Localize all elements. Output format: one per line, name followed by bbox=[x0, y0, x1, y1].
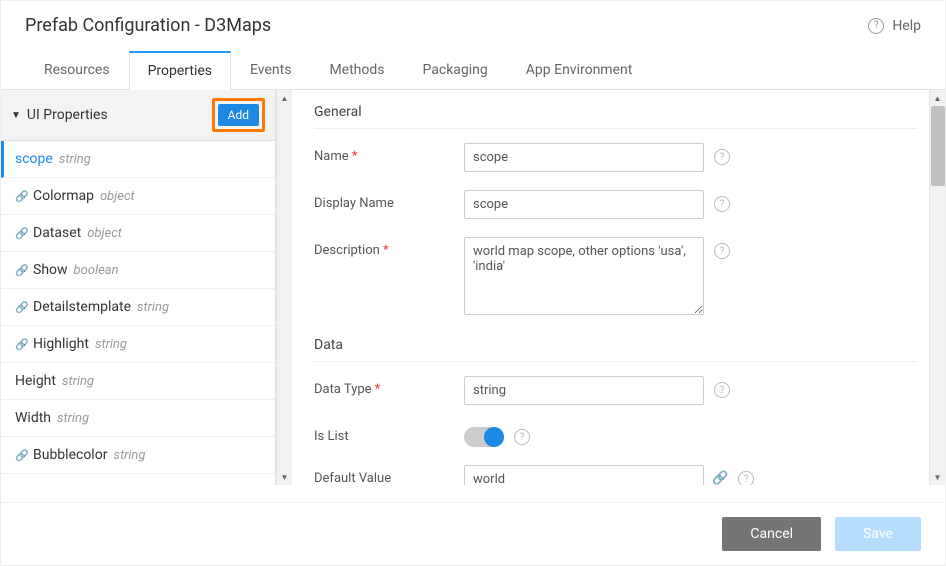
tab-methods[interactable]: Methods bbox=[310, 51, 403, 90]
property-type: object bbox=[100, 189, 135, 204]
description-label: Description bbox=[314, 243, 380, 258]
help-icon[interactable]: ? bbox=[714, 243, 730, 259]
help-icon[interactable]: ? bbox=[738, 471, 754, 485]
field-default-value: Default Value 🔗 ? bbox=[314, 465, 917, 485]
save-button[interactable]: Save bbox=[835, 517, 921, 551]
caret-down-icon: ▼ bbox=[11, 110, 21, 121]
link-icon[interactable]: 🔗 bbox=[712, 471, 728, 485]
add-button[interactable]: Add bbox=[218, 104, 259, 126]
main-scrollbar[interactable]: ▲ ▼ bbox=[929, 90, 945, 485]
cancel-button[interactable]: Cancel bbox=[722, 517, 821, 551]
description-input[interactable] bbox=[464, 237, 704, 315]
tab-app-environment[interactable]: App Environment bbox=[507, 51, 652, 90]
field-display-name: Display Name ? bbox=[314, 190, 917, 219]
property-name: Width bbox=[15, 410, 51, 426]
required-icon: * bbox=[372, 382, 381, 397]
section-data: Data bbox=[314, 333, 917, 362]
help-icon[interactable]: ? bbox=[514, 429, 530, 445]
tab-bar: Resources Properties Events Methods Pack… bbox=[1, 50, 945, 90]
property-item-bubblecolor[interactable]: 🔗 Bubblecolor string bbox=[1, 437, 275, 474]
property-item-colormap[interactable]: 🔗 Colormap object bbox=[1, 178, 275, 215]
help-icon[interactable]: ? bbox=[714, 196, 730, 212]
property-type: string bbox=[95, 337, 127, 352]
content-area: ▼ UI Properties Add scope string 🔗 Colorma… bbox=[1, 90, 945, 485]
property-type: object bbox=[87, 226, 122, 241]
sidebar-scrollbar[interactable]: ▲ ▼ bbox=[276, 90, 292, 485]
name-label: Name bbox=[314, 149, 349, 164]
property-name: Show bbox=[33, 262, 68, 278]
property-list: scope string 🔗 Colormap object 🔗 Dataset obj… bbox=[1, 141, 275, 485]
data-type-label: Data Type bbox=[314, 382, 372, 397]
property-type: string bbox=[113, 448, 145, 463]
property-name: Height bbox=[15, 373, 56, 389]
field-name: Name * ? bbox=[314, 143, 917, 172]
property-item-highlight[interactable]: 🔗 Highlight string bbox=[1, 326, 275, 363]
tab-properties[interactable]: Properties bbox=[129, 51, 231, 90]
scroll-up-icon[interactable]: ▲ bbox=[930, 90, 945, 106]
display-name-input[interactable] bbox=[464, 190, 704, 219]
default-value-input[interactable] bbox=[464, 465, 704, 485]
scroll-down-icon[interactable]: ▼ bbox=[277, 469, 292, 485]
link-icon: 🔗 bbox=[15, 301, 27, 313]
property-item-showbubbles[interactable]: 🔗ShowBubbles boolean bbox=[1, 474, 275, 485]
property-item-scope[interactable]: scope string bbox=[1, 141, 275, 178]
required-icon: * bbox=[380, 243, 389, 258]
dialog-title: Prefab Configuration - D3Maps bbox=[25, 15, 271, 36]
property-type: string bbox=[62, 374, 94, 389]
field-is-list: Is List ? bbox=[314, 423, 917, 447]
property-name: Detailstemplate bbox=[33, 299, 131, 315]
property-name: Highlight bbox=[33, 336, 89, 352]
sidebar-title[interactable]: ▼ UI Properties bbox=[11, 107, 108, 123]
help-label: Help bbox=[892, 18, 921, 34]
property-item-height[interactable]: Height string bbox=[1, 363, 275, 400]
link-icon: 🔗 bbox=[15, 449, 27, 461]
property-name: Dataset bbox=[33, 225, 81, 241]
property-type: boolean bbox=[74, 263, 119, 278]
property-name: scope bbox=[15, 151, 53, 167]
property-item-detailstemplate[interactable]: 🔗 Detailstemplate string bbox=[1, 289, 275, 326]
property-type: string bbox=[59, 152, 91, 167]
name-input[interactable] bbox=[464, 143, 704, 172]
link-icon: 🔗 bbox=[15, 190, 27, 202]
default-value-label: Default Value bbox=[314, 465, 464, 485]
field-data-type: Data Type * ? bbox=[314, 376, 917, 405]
sidebar-header: ▼ UI Properties Add bbox=[1, 90, 275, 141]
scroll-thumb[interactable] bbox=[931, 106, 945, 186]
scroll-up-icon[interactable]: ▲ bbox=[277, 90, 292, 106]
help-icon[interactable]: ? bbox=[714, 149, 730, 165]
dialog-footer: Cancel Save bbox=[1, 502, 945, 565]
form-panel: General Name * ? Display Name ? Descript… bbox=[292, 90, 945, 485]
property-name: ShowBubbles bbox=[33, 484, 118, 485]
help-icon: ? bbox=[868, 18, 884, 34]
tab-resources[interactable]: Resources bbox=[25, 51, 129, 90]
dialog-header: Prefab Configuration - D3Maps ? Help bbox=[1, 1, 945, 50]
link-icon: 🔗 bbox=[15, 227, 27, 239]
property-type: boolean bbox=[124, 485, 169, 486]
help-icon[interactable]: ? bbox=[714, 382, 730, 398]
property-name: Colormap bbox=[33, 188, 94, 204]
tab-events[interactable]: Events bbox=[231, 51, 310, 90]
property-item-show[interactable]: 🔗 Show boolean bbox=[1, 252, 275, 289]
is-list-toggle[interactable] bbox=[464, 427, 504, 447]
display-name-label: Display Name bbox=[314, 190, 464, 211]
section-general: General bbox=[314, 100, 917, 129]
link-icon: 🔗 bbox=[15, 264, 27, 276]
property-item-dataset[interactable]: 🔗 Dataset object bbox=[1, 215, 275, 252]
toggle-knob bbox=[484, 427, 504, 447]
required-icon: * bbox=[349, 149, 358, 164]
sidebar: ▼ UI Properties Add scope string 🔗 Colorma… bbox=[1, 90, 276, 485]
is-list-label: Is List bbox=[314, 423, 464, 444]
scroll-down-icon[interactable]: ▼ bbox=[930, 469, 945, 485]
field-description: Description * ? bbox=[314, 237, 917, 315]
property-name: Bubblecolor bbox=[33, 447, 107, 463]
property-type: string bbox=[57, 411, 89, 426]
tab-packaging[interactable]: Packaging bbox=[404, 51, 507, 90]
property-item-width[interactable]: Width string bbox=[1, 400, 275, 437]
data-type-input[interactable] bbox=[464, 376, 704, 405]
property-type: string bbox=[137, 300, 169, 315]
help-button[interactable]: ? Help bbox=[868, 18, 921, 34]
add-highlight: Add bbox=[212, 98, 265, 132]
link-icon: 🔗 bbox=[15, 338, 27, 350]
